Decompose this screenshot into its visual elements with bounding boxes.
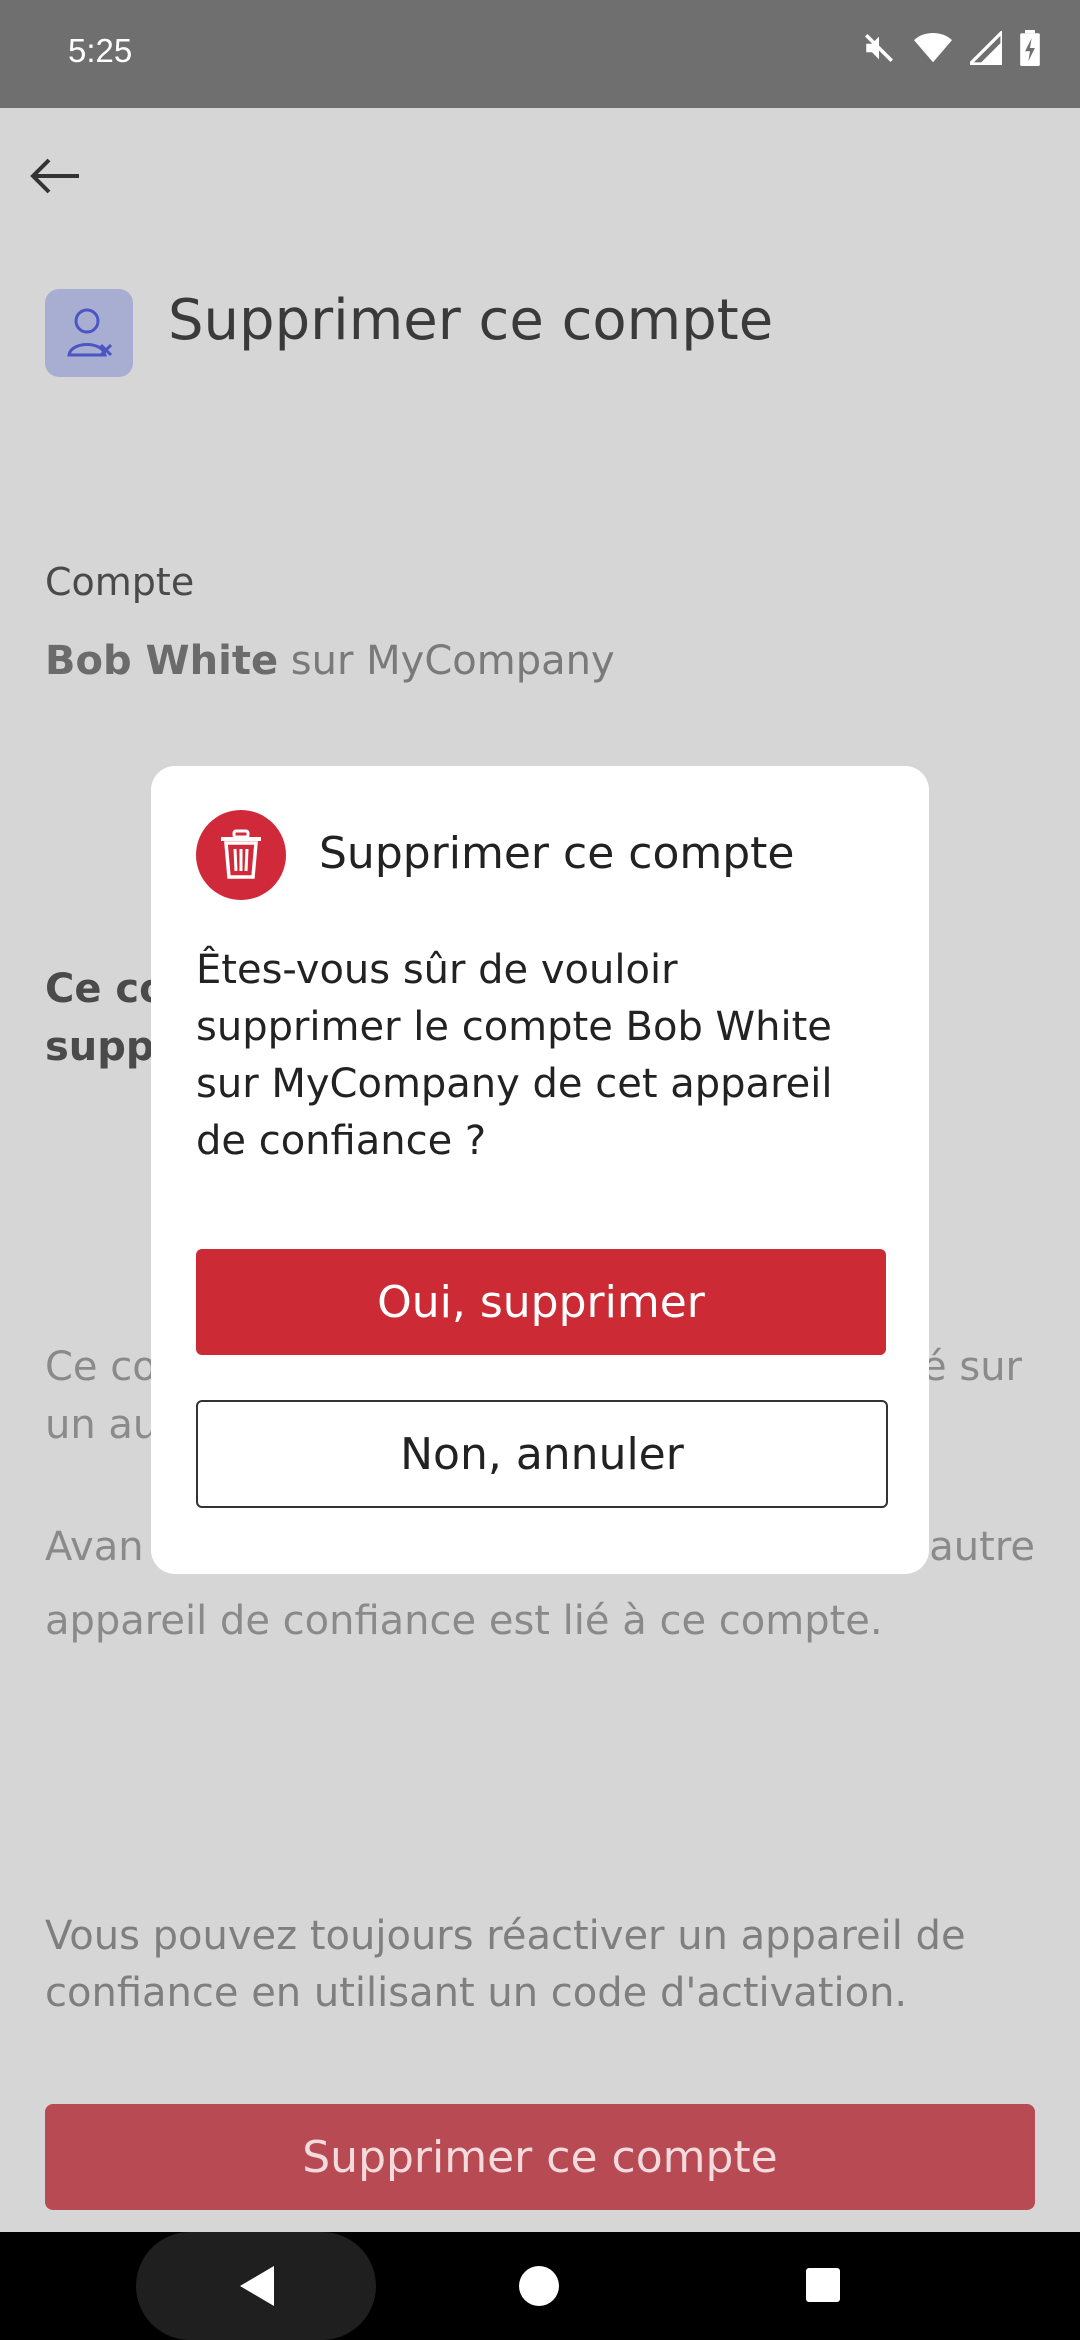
back-button[interactable] <box>24 150 86 202</box>
status-bar: 5:25 <box>0 0 1080 108</box>
warning-heading: Ce co supp <box>45 960 167 1076</box>
account-value: Bob White sur MyCompany <box>45 638 615 684</box>
description-text-left: Ce co un au <box>45 1338 158 1454</box>
delete-account-button[interactable]: Supprimer ce compte <box>45 2104 1035 2210</box>
dialog-message: Êtes-vous sûr de vouloir supprimer le co… <box>196 947 833 1164</box>
nav-back-icon[interactable] <box>240 2266 274 2306</box>
description-text-right: é sur <box>922 1344 1022 1390</box>
status-icons <box>862 30 1040 66</box>
warning-heading-line2: supp <box>45 1024 155 1070</box>
warning-heading-line1: Ce co <box>45 966 167 1012</box>
arrow-back-icon <box>30 158 79 194</box>
description2-line2: appareil de confiance est lié à ce compt… <box>45 1598 883 1644</box>
account-label: Compte <box>45 560 195 604</box>
description-line2: un au <box>45 1402 159 1448</box>
status-time: 5:25 <box>68 32 133 69</box>
description2-right: autre <box>929 1524 1035 1570</box>
nav-home-icon[interactable] <box>519 2266 559 2306</box>
trash-icon <box>196 810 286 900</box>
description-line1: Ce co <box>45 1344 157 1390</box>
navigation-bar <box>0 2232 1080 2340</box>
cancel-button[interactable]: Non, annuler <box>196 1400 888 1508</box>
info-text: Vous pouvez toujours réactiver un appare… <box>45 1913 966 2016</box>
account-name: Bob White <box>45 638 279 684</box>
dialog-title: Supprimer ce compte <box>319 828 795 879</box>
account-company: sur MyCompany <box>278 638 615 684</box>
nav-recents-icon[interactable] <box>806 2268 840 2302</box>
page-title: Supprimer ce compte <box>168 288 774 353</box>
confirm-delete-dialog: Supprimer ce compte Êtes-vous sûr de vou… <box>151 766 929 1574</box>
remove-user-icon <box>45 289 133 377</box>
description2-left: Avan <box>45 1524 144 1570</box>
wifi-icon <box>914 32 952 63</box>
mute-icon <box>864 33 894 63</box>
battery-charging-icon <box>1020 30 1040 66</box>
confirm-delete-button[interactable]: Oui, supprimer <box>196 1249 886 1355</box>
signal-icon <box>970 31 1002 65</box>
